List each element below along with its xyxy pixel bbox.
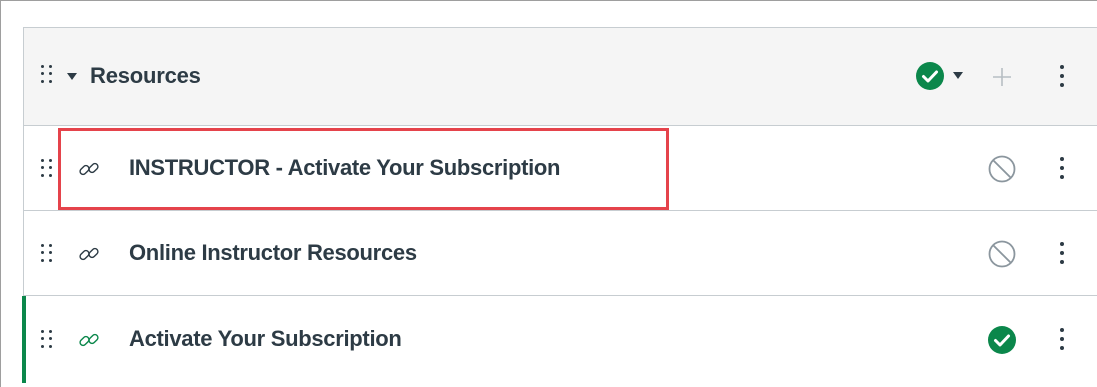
item-kebab-icon[interactable]	[1059, 328, 1065, 350]
item-kebab-icon[interactable]	[1059, 157, 1065, 179]
link-icon	[79, 247, 99, 261]
unpublished-icon[interactable]	[987, 239, 1017, 269]
link-icon	[79, 333, 99, 347]
drag-handle-icon[interactable]	[41, 65, 53, 85]
canvas-frame: Resources INSTRUCTOR - Activate Your Sub…	[0, 0, 1097, 387]
status-menu-caret-icon[interactable]	[953, 72, 963, 79]
check-circle-icon[interactable]	[988, 326, 1016, 354]
drag-handle-icon[interactable]	[41, 159, 53, 179]
plus-icon[interactable]	[992, 67, 1012, 87]
check-circle-icon[interactable]	[916, 62, 944, 90]
drag-handle-icon[interactable]	[41, 244, 53, 264]
module-title[interactable]: Resources	[90, 63, 201, 89]
module-kebab-icon[interactable]	[1059, 65, 1065, 87]
unpublished-icon[interactable]	[987, 154, 1017, 184]
item-title[interactable]: Activate Your Subscription	[129, 326, 402, 352]
module-resources: Resources INSTRUCTOR - Activate Your Sub…	[22, 27, 1097, 383]
module-header[interactable]: Resources	[24, 28, 1097, 126]
list-item[interactable]: Online Instructor Resources	[24, 211, 1097, 296]
item-title[interactable]: INSTRUCTOR - Activate Your Subscription	[129, 155, 561, 181]
list-item[interactable]: Activate Your Subscription	[22, 296, 1097, 383]
link-icon	[79, 162, 99, 176]
drag-handle-icon[interactable]	[41, 330, 53, 350]
caret-down-icon[interactable]	[67, 73, 77, 80]
list-item[interactable]: INSTRUCTOR - Activate Your Subscription	[24, 126, 1097, 211]
item-title[interactable]: Online Instructor Resources	[129, 240, 417, 266]
item-kebab-icon[interactable]	[1059, 242, 1065, 264]
published-indicator-bar	[22, 296, 26, 383]
